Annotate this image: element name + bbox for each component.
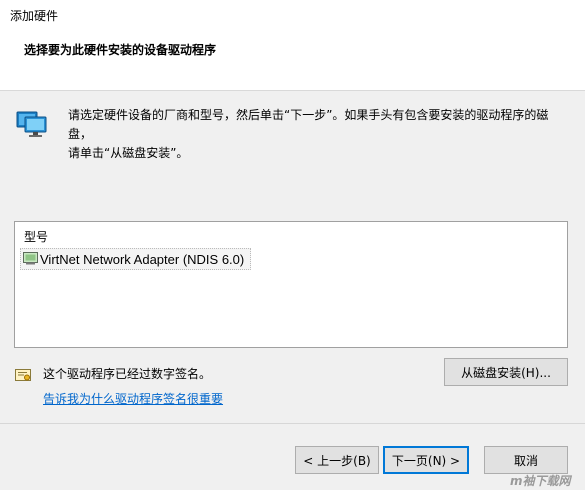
instructions-line-1: 请选定硬件设备的厂商和型号，然后单击“下一步”。如果手头有包含要安装的驱动程序的…	[68, 108, 549, 141]
model-column-header: 型号	[24, 230, 49, 244]
dialog-header: 添加硬件 选择要为此硬件安装的设备驱动程序	[0, 0, 585, 91]
instructions-text: 请选定硬件设备的厂商和型号，然后单击“下一步”。如果手头有包含要安装的驱动程序的…	[68, 106, 568, 163]
site-watermark: m袖下载网	[510, 474, 571, 488]
network-adapter-icon	[16, 111, 47, 137]
signature-status: 这个驱动程序已经过数字签名。	[43, 367, 212, 381]
cancel-button[interactable]: 取消	[484, 446, 568, 474]
have-disk-button[interactable]: 从磁盘安装(H)...	[444, 358, 568, 386]
back-button[interactable]: < 上一步(B)	[295, 446, 379, 474]
model-list[interactable]: 型号 VirtNet Network Adapter (NDIS 6.0)	[14, 221, 568, 348]
instructions-line-2: 请单击“从磁盘安装”。	[68, 146, 189, 160]
add-hardware-dialog: 添加硬件 选择要为此硬件安装的设备驱动程序 请选定硬件设备的厂商和型号，然后单击…	[0, 0, 585, 490]
dialog-title: 添加硬件	[10, 9, 59, 23]
certificate-icon	[15, 369, 31, 381]
signing-importance-link[interactable]: 告诉我为什么驱动程序签名很重要	[43, 390, 223, 407]
next-button[interactable]: 下一页(N) >	[383, 446, 469, 474]
model-item-label: VirtNet Network Adapter (NDIS 6.0)	[40, 251, 245, 267]
network-adapter-icon	[23, 252, 38, 265]
list-item[interactable]: VirtNet Network Adapter (NDIS 6.0)	[20, 248, 252, 270]
footer-divider	[0, 423, 585, 424]
dialog-subtitle: 选择要为此硬件安装的设备驱动程序	[24, 43, 217, 57]
